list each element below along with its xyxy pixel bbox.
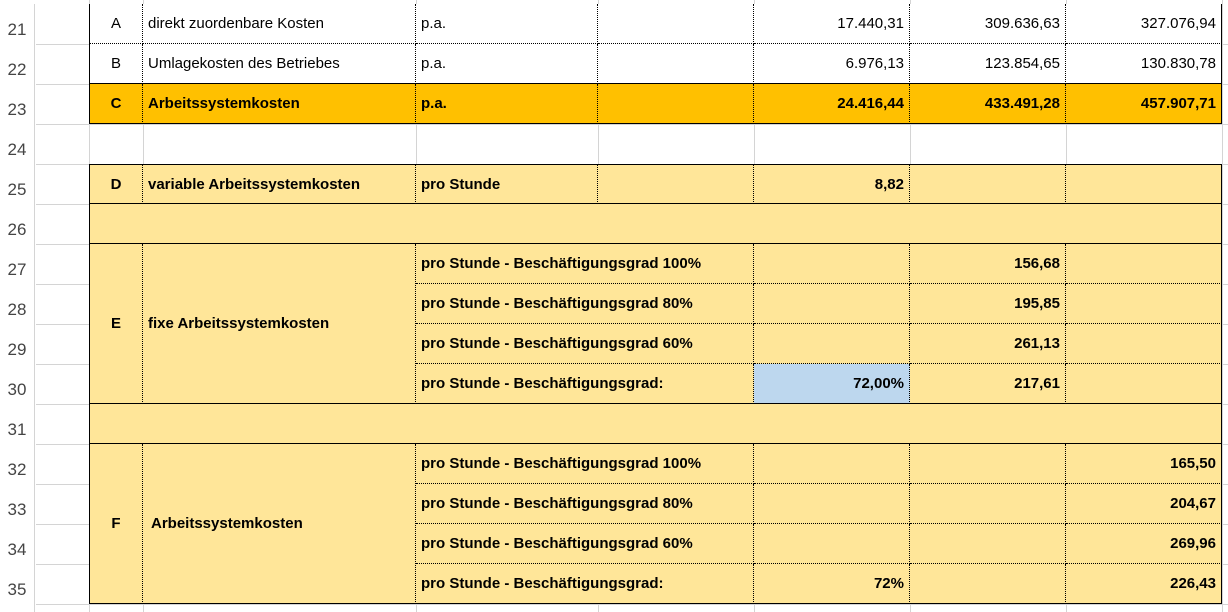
cell-empty[interactable] (754, 324, 910, 364)
cell-empty[interactable] (1066, 364, 1222, 404)
row-header[interactable]: 35 (0, 564, 35, 604)
row-header[interactable]: 28 (0, 284, 35, 324)
cell-value[interactable]: 195,85 (910, 284, 1066, 324)
row-header[interactable]: 32 (0, 444, 35, 484)
cell-empty[interactable] (910, 484, 1066, 524)
cell-line-label[interactable]: pro Stunde - Beschäftigungsgrad 60% (416, 524, 754, 564)
row-header[interactable]: 31 (0, 404, 35, 444)
cell-value[interactable]: 8,82 (754, 164, 910, 204)
cell-empty[interactable] (598, 4, 754, 44)
cell-empty[interactable] (754, 244, 910, 284)
cell-code[interactable]: C (89, 84, 143, 124)
cell-value[interactable]: 17.440,31 (754, 4, 910, 44)
cell-code[interactable]: B (89, 44, 143, 84)
cell-value[interactable]: 6.976,13 (754, 44, 910, 84)
cell-value[interactable]: 309.636,63 (910, 4, 1066, 44)
cell-unit[interactable]: p.a. (416, 84, 598, 124)
spacer-row[interactable] (89, 204, 1222, 244)
cell-value[interactable]: 130.830,78 (1066, 44, 1222, 84)
cell-empty[interactable] (1066, 244, 1222, 284)
cell-line-label[interactable]: pro Stunde - Beschäftigungsgrad 100% (416, 244, 754, 284)
cell-label[interactable]: Arbeitssystemkosten (143, 84, 416, 124)
row-header[interactable]: 33 (0, 484, 35, 524)
cell-empty[interactable] (910, 564, 1066, 604)
cell-empty[interactable] (910, 444, 1066, 484)
cell-line-label[interactable]: pro Stunde - Beschäftigungsgrad: (416, 564, 754, 604)
cell-empty[interactable] (1066, 284, 1222, 324)
cell-empty[interactable] (598, 44, 754, 84)
cell-value[interactable]: 72% (754, 564, 910, 604)
row-header (0, 604, 35, 612)
cell-empty[interactable] (754, 284, 910, 324)
cell-unit[interactable]: p.a. (416, 44, 598, 84)
row-header[interactable]: 26 (0, 204, 35, 244)
cell-value[interactable]: 457.907,71 (1066, 84, 1222, 124)
row-header[interactable]: 34 (0, 524, 35, 564)
row-header[interactable]: 29 (0, 324, 35, 364)
cell-value[interactable]: 217,61 (910, 364, 1066, 404)
cell-empty[interactable] (754, 524, 910, 564)
row-header[interactable]: 24 (0, 124, 35, 164)
cell-value[interactable]: 123.854,65 (910, 44, 1066, 84)
cell-value[interactable]: 433.491,28 (910, 84, 1066, 124)
row-header[interactable]: 30 (0, 364, 35, 404)
cell-value[interactable]: 156,68 (910, 244, 1066, 284)
row-header[interactable]: 25 (0, 164, 35, 204)
gridline (36, 604, 1228, 605)
cell-value[interactable]: 261,13 (910, 324, 1066, 364)
cell-value[interactable]: 24.416,44 (754, 84, 910, 124)
gridline (36, 124, 1228, 125)
row-header[interactable]: 21 (0, 4, 35, 44)
cell-value[interactable]: 165,50 (1066, 444, 1222, 484)
cell-label[interactable]: Umlagekosten des Betriebes (143, 44, 416, 84)
occupancy-rate-input[interactable]: 72,00% (754, 364, 910, 404)
cell-empty[interactable] (754, 484, 910, 524)
row-header[interactable]: 22 (0, 44, 35, 84)
cell-code[interactable]: D (89, 164, 143, 204)
cell-empty[interactable] (910, 164, 1066, 204)
cell-line-label[interactable]: pro Stunde - Beschäftigungsgrad 80% (416, 284, 754, 324)
cell-line-label[interactable]: pro Stunde - Beschäftigungsgrad: (416, 364, 754, 404)
gridline (1222, 0, 1223, 612)
cell-empty[interactable] (598, 84, 754, 124)
cell-label[interactable]: variable Arbeitssystemkosten (143, 164, 416, 204)
cell-line-label[interactable]: pro Stunde - Beschäftigungsgrad 100% (416, 444, 754, 484)
cell-empty[interactable] (1066, 324, 1222, 364)
cell-code[interactable]: F (89, 444, 143, 604)
cell-empty[interactable] (598, 164, 754, 204)
cell-label[interactable]: direkt zuordenbare Kosten (143, 4, 416, 44)
cell-value[interactable]: 226,43 (1066, 564, 1222, 604)
cell-line-label[interactable]: pro Stunde - Beschäftigungsgrad 60% (416, 324, 754, 364)
cell-value[interactable]: 269,96 (1066, 524, 1222, 564)
cell-empty[interactable] (1066, 164, 1222, 204)
cell-unit[interactable]: p.a. (416, 4, 598, 44)
cell-empty[interactable] (910, 524, 1066, 564)
row-header[interactable]: 27 (0, 244, 35, 284)
cell-label[interactable]: fixe Arbeitssystemkosten (143, 244, 416, 404)
row-header[interactable]: 23 (0, 84, 35, 124)
cell-label[interactable]: Arbeitssystemkosten (143, 444, 416, 604)
cell-empty[interactable] (754, 444, 910, 484)
cell-line-label[interactable]: pro Stunde - Beschäftigungsgrad 80% (416, 484, 754, 524)
cell-value[interactable]: 327.076,94 (1066, 4, 1222, 44)
cell-code[interactable]: A (89, 4, 143, 44)
cell-code[interactable]: E (89, 244, 143, 404)
spacer-row[interactable] (89, 404, 1222, 444)
cell-unit[interactable]: pro Stunde (416, 164, 598, 204)
cell-value[interactable]: 204,67 (1066, 484, 1222, 524)
